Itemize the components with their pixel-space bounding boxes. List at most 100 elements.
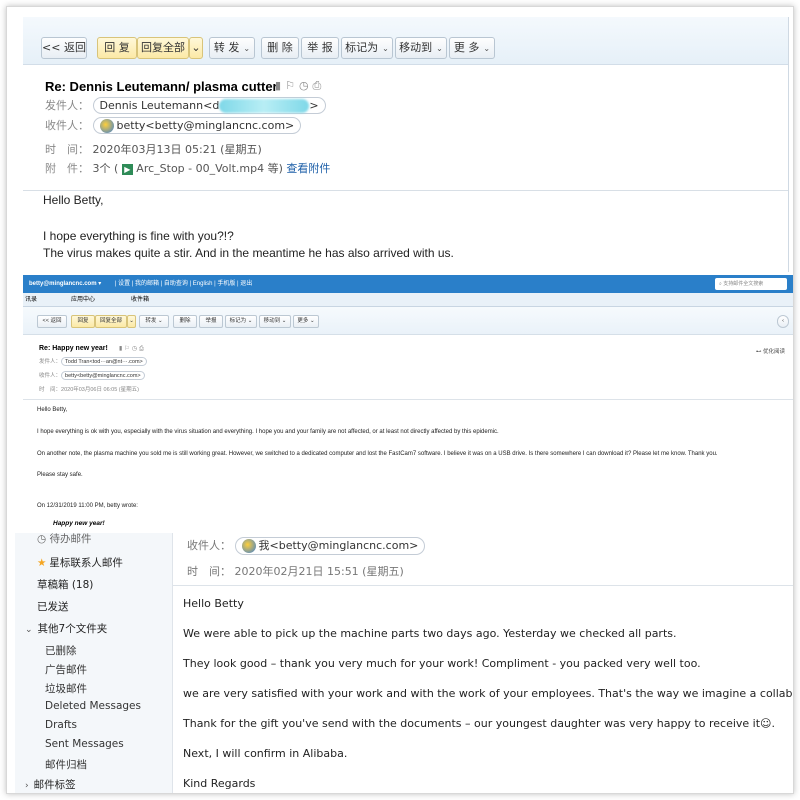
clock-icon[interactable]: ◷ [132, 346, 139, 352]
sidebar-subitem[interactable]: Deleted Messages [45, 700, 141, 712]
glasses-icon: ⊷ [755, 349, 763, 355]
reading-pane: 收件人： 我<betty@minglancnc.com> 时 间： 2020年0… [173, 533, 793, 793]
mail-top-bar: betty@minglancnc.com ▾ | 设置 | 我的邮箱 | 自助查… [23, 275, 793, 293]
time-label: 时 间： [45, 143, 89, 156]
flag-icon[interactable]: ⚐ [124, 346, 131, 352]
recipient-pill[interactable]: betty<betty@minglancnc.com> [61, 371, 145, 380]
more-button[interactable]: 更多 ⌄ [293, 315, 319, 328]
sender-address: Dennis Leutemann<d [99, 99, 220, 112]
forward-button[interactable]: 转发 ⌄ [139, 315, 169, 328]
body-line: They look good – thank you very much for… [183, 657, 701, 670]
from-label: 发件人： [39, 359, 62, 365]
move-to-button[interactable]: 移动到 ⌄ [395, 37, 447, 59]
forward-label: 转 发 [213, 41, 240, 54]
sidebar-item-other-folders[interactable]: ⌄ 其他7个文件夹 [25, 621, 107, 636]
time-row: 时 间： 2020年03月13日 05:21 (星期五) [45, 141, 262, 157]
from-row: 发件人： Todd Tran<tod···an@nt···.com> [39, 357, 147, 366]
reply-dropdown-button[interactable]: ⌄ [189, 37, 203, 59]
sender-pill[interactable]: Todd Tran<tod···an@nt···.com> [61, 357, 147, 366]
sidebar-subitem[interactable]: Drafts [45, 719, 77, 731]
attachment-label: 附 件： [45, 162, 89, 175]
print-icon[interactable]: ⎙ [139, 346, 146, 352]
more-button[interactable]: 更 多 ⌄ [449, 37, 495, 59]
back-button[interactable]: << 返回 [41, 37, 87, 59]
reply-button[interactable]: 回 复 [97, 37, 137, 59]
chevron-right-icon: › [25, 781, 29, 791]
bookmark-icon[interactable]: ▮ [275, 80, 285, 92]
to-label: 收件人： [187, 539, 231, 552]
optimize-reading-label: 优化阅读 [762, 349, 785, 355]
star-icon: ★ [37, 557, 47, 569]
chevron-down-icon: ⌄ [382, 44, 389, 53]
mark-as-label: 标记为 [229, 318, 247, 324]
time-label: 时 间： [39, 387, 62, 393]
from-row: 发件人： Dennis Leutemann<d > [45, 97, 326, 114]
view-attachments-link[interactable]: 查看附件 [286, 162, 330, 175]
sidebar-subitem[interactable]: 垃圾邮件 [45, 681, 87, 696]
report-button[interactable]: 举 报 [301, 37, 339, 59]
to-row: 收件人： betty<betty@minglancnc.com> [45, 117, 302, 134]
sidebar-subitem[interactable]: 邮件归档 [45, 757, 87, 772]
from-label: 发件人： [45, 99, 89, 112]
collapse-button[interactable]: ‹ [777, 315, 789, 328]
print-icon[interactable]: ⎙ [313, 80, 326, 92]
tab-app-center[interactable]: 应用中心 [71, 293, 95, 307]
reply-dropdown-button[interactable]: ⌄ [127, 315, 136, 328]
time-row: 时 间：2020年03月06日 06:05 (星期五) [39, 385, 139, 393]
time-value: 2020年03月13日 05:21 (星期五) [92, 143, 262, 156]
to-label: 收件人： [39, 373, 62, 379]
mark-as-button[interactable]: 标记为 ⌄ [341, 37, 393, 59]
clock-icon[interactable]: ◷ [299, 80, 313, 92]
more-label: 更 多 [453, 41, 480, 54]
recipient-pill[interactable]: 我<betty@minglancnc.com> [234, 537, 426, 555]
mail-toolbar: << 返回 回 复 回复全部 ⌄ 转 发 ⌄ 删 除 举 报 标记为 ⌄ 移动到 ⌄ … [23, 17, 788, 65]
tab-bar: 讯录 应用中心 收件箱 [23, 293, 793, 307]
sidebar-item-starred[interactable]: ★ 星标联系人邮件 [37, 555, 123, 570]
body-line: The virus makes quite a stir. And in the… [43, 246, 454, 260]
attachment-row: 附 件： 3个 ( ▶ Arc_Stop - 00_Volt.mp4 等) 查看… [45, 160, 330, 176]
top-nav-links[interactable]: | 设置 | 我的邮箱 | 自助查询 | English | 手机版 | 退出 [115, 281, 252, 287]
sidebar-subitem[interactable]: Sent Messages [45, 738, 124, 750]
move-to-button[interactable]: 移动到 ⌄ [259, 315, 291, 328]
sidebar-item-label: 待办邮件 [49, 533, 92, 545]
avatar-icon [241, 539, 256, 553]
reply-all-button[interactable]: 回复全部 [95, 315, 127, 328]
account-menu[interactable]: betty@minglancnc.com ▾ [29, 281, 101, 287]
sidebar-item-todo[interactable]: ◷ 待办邮件 [37, 533, 92, 546]
sidebar-subitem[interactable]: 广告邮件 [45, 662, 87, 677]
sidebar-item-drafts[interactable]: 草稿箱 (18) [37, 577, 93, 592]
search-input[interactable]: ⌕ 支持邮件全文搜索 [715, 278, 787, 290]
recipient-pill[interactable]: betty<betty@minglancnc.com> [92, 117, 302, 134]
email-subject: Re: Happy new year! [39, 345, 108, 352]
header-divider [23, 190, 788, 191]
delete-button[interactable]: 删 除 [261, 37, 299, 59]
reply-all-button[interactable]: 回复全部 [137, 37, 189, 59]
chevron-down-icon: ⌄ [436, 44, 443, 53]
optimize-reading-link[interactable]: ⊷ 优化阅读 [756, 347, 785, 355]
mark-as-button[interactable]: 标记为 ⌄ [225, 315, 257, 328]
more-label: 更多 [297, 318, 309, 324]
body-line: On 12/31/2019 11:00 PM, betty wrote: [37, 503, 138, 509]
delete-button[interactable]: 删除 [173, 315, 197, 328]
header-divider [23, 399, 793, 400]
sidebar-item-tags[interactable]: › 邮件标签 [25, 777, 76, 792]
body-line: Please stay safe. [37, 472, 83, 478]
avatar-icon [99, 119, 114, 133]
body-line: We were able to pick up the machine part… [183, 627, 677, 640]
sidebar-item-sent[interactable]: 已发送 [37, 599, 69, 614]
time-value: 2020年02月21日 15:51 (星期五) [234, 565, 404, 578]
forward-button[interactable]: 转 发 ⌄ [209, 37, 255, 59]
mark-as-label: 标记为 [345, 41, 379, 54]
flag-icon[interactable]: ⚐ [285, 80, 299, 92]
sender-pill[interactable]: Dennis Leutemann<d > [92, 97, 326, 114]
report-button[interactable]: 举报 [199, 315, 223, 328]
back-button[interactable]: << 返回 [37, 315, 67, 328]
body-line: Thank for the gift you've send with the … [183, 717, 775, 730]
tab-inbox[interactable]: 收件箱 [131, 293, 149, 307]
sidebar-subitem[interactable]: 已删除 [45, 643, 77, 658]
tab-contacts[interactable]: 讯录 [25, 293, 37, 307]
mail-toolbar: << 返回 回复 回复全部 ⌄ 转发 ⌄ 删除 举报 标记为 ⌄ 移动到 ⌄ 更… [23, 307, 793, 335]
chevron-down-icon: ⌄ [25, 625, 33, 635]
subject-actions: ▮⚐◷⎙ [275, 79, 325, 93]
reply-button[interactable]: 回复 [71, 315, 95, 328]
